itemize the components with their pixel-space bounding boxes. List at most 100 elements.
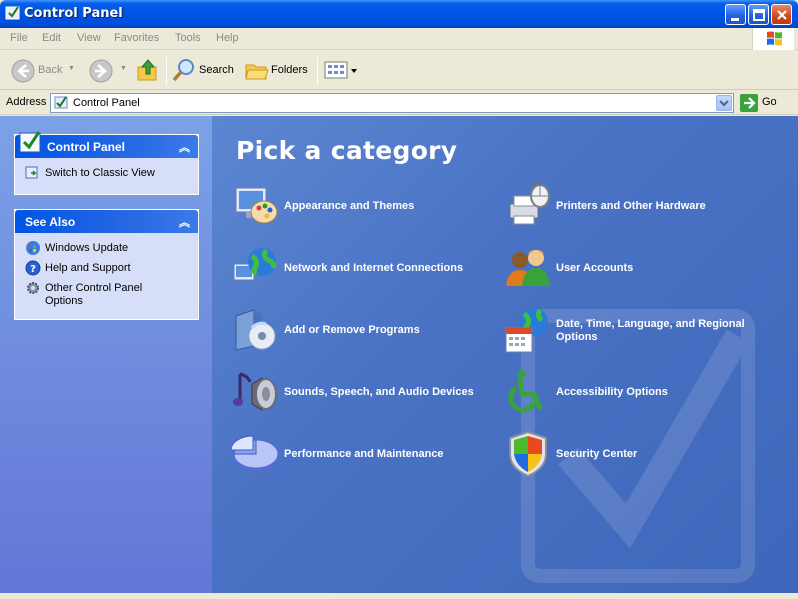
control-panel-panel-title: Control Panel <box>47 140 126 154</box>
views-button[interactable] <box>324 57 360 85</box>
control-panel-icon <box>5 6 20 20</box>
go-arrow-icon <box>740 94 758 112</box>
category-label: Security Center <box>556 448 638 460</box>
title-bar[interactable]: Control Panel <box>0 0 798 28</box>
category-appearance-themes[interactable]: Appearance and Themes <box>232 182 492 232</box>
help-support-link[interactable]: ? Help and Support <box>23 259 190 279</box>
see-also-panel-body: Windows Update ? Help and Support Other … <box>15 233 198 319</box>
back-arrow-icon <box>11 59 35 83</box>
content-area: Control Panel ︽ Switch to Classic View S… <box>0 116 798 599</box>
menu-view[interactable]: View <box>77 32 101 44</box>
see-also-panel: See Also ︽ Windows Update ? Help and Sup… <box>14 209 199 320</box>
category-label: User Accounts <box>556 262 634 274</box>
sounds-speaker-icon <box>233 372 277 411</box>
other-control-panel-options-link[interactable]: Other Control Panel Options <box>23 279 190 309</box>
menu-help[interactable]: Help <box>216 32 239 44</box>
gear-icon <box>27 282 39 294</box>
category-label: Sounds, Speech, and Audio Devices <box>284 386 474 398</box>
category-security-center[interactable]: Security Center <box>504 430 784 480</box>
back-dropdown-icon[interactable]: ▼ <box>68 65 75 72</box>
menu-edit[interactable]: Edit <box>42 32 61 44</box>
windows-logo <box>752 28 794 50</box>
chevron-down-icon <box>719 100 729 107</box>
see-also-panel-header[interactable]: See Also ︽ <box>15 210 198 233</box>
control-panel-icon <box>19 131 41 153</box>
add-remove-programs-icon <box>235 309 276 351</box>
windows-update-text: Windows Update <box>45 242 129 254</box>
category-accessibility[interactable]: Accessibility Options <box>504 368 784 418</box>
go-label[interactable]: Go <box>762 96 777 108</box>
up-folder-icon <box>137 59 157 81</box>
folders-label: Folders <box>271 64 308 76</box>
windows-update-icon <box>26 241 40 255</box>
search-button[interactable]: Search <box>171 57 237 85</box>
category-label: Printers and Other Hardware <box>556 200 706 212</box>
folders-button[interactable]: Folders <box>244 57 314 85</box>
back-button[interactable]: Back <box>8 57 68 85</box>
security-shield-icon <box>509 430 547 478</box>
window-title: Control Panel <box>24 6 123 21</box>
other-control-panel-options-text: Other Control Panel Options <box>45 282 143 307</box>
search-label: Search <box>199 64 234 76</box>
appearance-themes-icon <box>235 187 278 224</box>
forward-arrow-icon <box>89 59 113 83</box>
forward-dropdown-icon[interactable]: ▼ <box>120 65 127 72</box>
windows-update-link[interactable]: Windows Update <box>23 239 190 259</box>
date-time-language-icon <box>505 308 548 353</box>
address-value: Control Panel <box>73 97 140 109</box>
category-label: Accessibility Options <box>556 386 668 398</box>
page-title: Pick a category <box>236 136 458 165</box>
category-label: Appearance and Themes <box>284 200 415 212</box>
category-label: Performance and Maintenance <box>284 448 444 460</box>
category-network-internet[interactable]: Network and Internet Connections <box>232 244 492 294</box>
collapse-chevron-icon[interactable]: ︽ <box>179 214 190 230</box>
category-date-time-language[interactable]: Date, Time, Language, and Regional Optio… <box>504 306 784 356</box>
accessibility-icon <box>508 370 543 413</box>
go-button[interactable] <box>740 94 758 112</box>
address-input[interactable]: Control Panel <box>50 93 734 113</box>
control-panel-icon <box>54 96 68 109</box>
minimize-button[interactable] <box>725 4 746 25</box>
address-label: Address <box>6 96 47 108</box>
switch-classic-view-link[interactable]: Switch to Classic View <box>23 164 190 184</box>
views-grid-icon <box>324 61 357 79</box>
menu-file[interactable]: File <box>10 32 28 44</box>
performance-pie-icon <box>232 435 279 472</box>
category-label: Date, Time, Language, and Regional Optio… <box>556 318 745 343</box>
status-strip <box>0 593 798 599</box>
collapse-chevron-icon[interactable]: ︽ <box>179 139 190 155</box>
menu-bar: File Edit View Favorites Tools Help <box>0 28 798 50</box>
category-label: Add or Remove Programs <box>284 324 420 336</box>
address-dropdown-button[interactable] <box>716 95 732 111</box>
category-performance-maintenance[interactable]: Performance and Maintenance <box>232 430 492 480</box>
close-icon <box>777 10 787 20</box>
up-folder-button[interactable] <box>136 57 162 85</box>
category-printers-hardware[interactable]: Printers and Other Hardware <box>504 182 784 232</box>
toolbar: Back ▼ ▼ Search Folders <box>0 51 798 90</box>
svg-text:?: ? <box>30 264 36 275</box>
windows-flag-icon <box>767 31 782 46</box>
back-label: Back <box>38 64 63 76</box>
menu-favorites[interactable]: Favorites <box>114 32 159 44</box>
help-question-icon: ? <box>25 260 41 276</box>
maximize-button[interactable] <box>748 4 769 25</box>
switch-classic-view-text: Switch to Classic View <box>45 167 155 179</box>
address-bar: Address Control Panel Go <box>0 91 798 115</box>
toolbar-separator <box>166 57 167 85</box>
control-panel-task-panel: Control Panel ︽ Switch to Classic View <box>14 131 199 195</box>
category-user-accounts[interactable]: User Accounts <box>504 244 784 294</box>
forward-button[interactable] <box>86 57 116 85</box>
maximize-icon <box>753 9 765 21</box>
search-icon <box>172 59 194 82</box>
see-also-panel-title: See Also <box>25 215 76 229</box>
toolbar-separator <box>317 57 318 85</box>
control-panel-panel-header[interactable]: Control Panel ︽ <box>15 131 198 158</box>
switch-view-icon <box>25 166 38 179</box>
category-add-remove-programs[interactable]: Add or Remove Programs <box>232 306 492 356</box>
minimize-icon <box>731 18 739 21</box>
close-button[interactable] <box>771 4 792 25</box>
category-sounds-speech-audio[interactable]: Sounds, Speech, and Audio Devices <box>232 368 492 418</box>
printer-hardware-icon <box>509 182 550 225</box>
menu-tools[interactable]: Tools <box>175 32 201 44</box>
category-pane: Pick a category Appearance and Themes Ne… <box>212 116 798 593</box>
